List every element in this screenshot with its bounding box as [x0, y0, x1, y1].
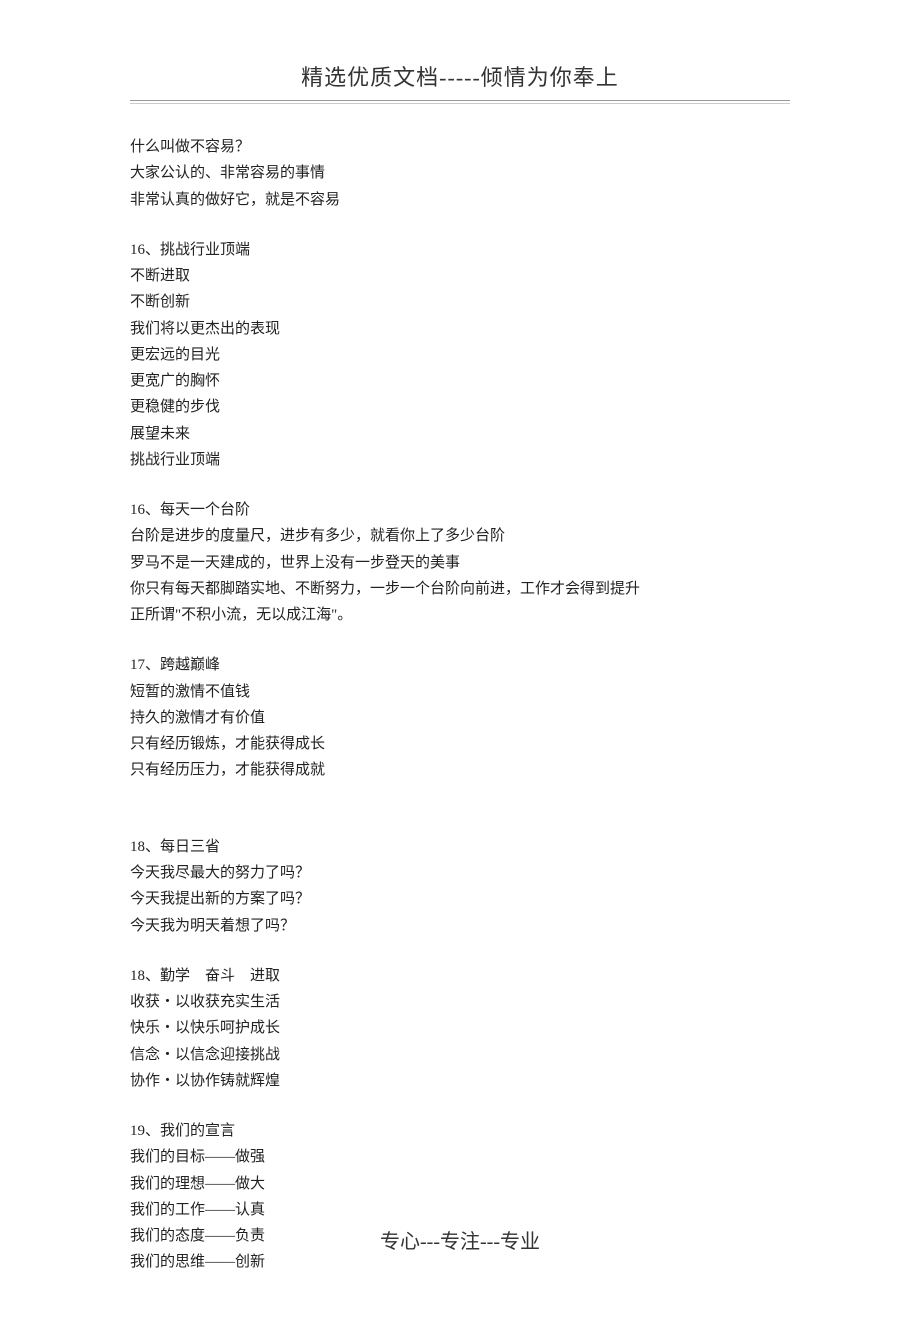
text-block: 16、每天一个台阶 台阶是进步的度量尺，进步有多少，就看你上了多少台阶 罗马不是… — [130, 497, 790, 628]
text-line: 挑战行业顶端 — [130, 447, 790, 473]
text-line: 持久的激情才有价值 — [130, 705, 790, 731]
text-line: 信念・以信念迎接挑战 — [130, 1042, 790, 1068]
text-line: 16、挑战行业顶端 — [130, 237, 790, 263]
text-line: 更宏远的目光 — [130, 342, 790, 368]
text-line: 17、跨越巅峰 — [130, 652, 790, 678]
text-line: 正所谓"不积小流，无以成江海"。 — [130, 602, 790, 628]
text-line: 只有经历压力，才能获得成就 — [130, 757, 790, 783]
text-line: 更宽广的胸怀 — [130, 368, 790, 394]
text-line: 短暂的激情不值钱 — [130, 679, 790, 705]
text-line: 你只有每天都脚踏实地、不断努力，一步一个台阶向前进，工作才会得到提升 — [130, 576, 790, 602]
text-line: 展望未来 — [130, 421, 790, 447]
text-block: 16、挑战行业顶端 不断进取 不断创新 我们将以更杰出的表现 更宏远的目光 更宽… — [130, 237, 790, 473]
header-rule-2 — [130, 103, 790, 104]
text-line: 16、每天一个台阶 — [130, 497, 790, 523]
text-line — [130, 808, 790, 834]
text-block: 什么叫做不容易？ 大家公认的、非常容易的事情 非常认真的做好它，就是不容易 — [130, 134, 790, 213]
text-line: 不断创新 — [130, 289, 790, 315]
text-line: 收获・以收获充实生活 — [130, 989, 790, 1015]
text-line: 非常认真的做好它，就是不容易 — [130, 187, 790, 213]
page-footer: 专心---专注---专业 — [0, 1225, 920, 1254]
text-line: 我们的工作——认真 — [130, 1197, 790, 1223]
document-content: 什么叫做不容易？ 大家公认的、非常容易的事情 非常认真的做好它，就是不容易 16… — [130, 134, 790, 1276]
text-line: 快乐・以快乐呵护成长 — [130, 1015, 790, 1041]
document-page: 精选优质文档-----倾情为你奉上 什么叫做不容易？ 大家公认的、非常容易的事情… — [0, 0, 920, 1340]
text-line: 协作・以协作铸就辉煌 — [130, 1068, 790, 1094]
text-line: 18、每日三省 — [130, 834, 790, 860]
text-block: 17、跨越巅峰 短暂的激情不值钱 持久的激情才有价值 只有经历锻炼，才能获得成长… — [130, 652, 790, 783]
text-line: 只有经历锻炼，才能获得成长 — [130, 731, 790, 757]
text-block: 18、每日三省 今天我尽最大的努力了吗？ 今天我提出新的方案了吗？ 今天我为明天… — [130, 808, 790, 939]
text-line: 今天我提出新的方案了吗？ — [130, 886, 790, 912]
text-line: 什么叫做不容易？ — [130, 134, 790, 160]
text-line: 台阶是进步的度量尺，进步有多少，就看你上了多少台阶 — [130, 523, 790, 549]
text-line: 不断进取 — [130, 263, 790, 289]
text-line: 大家公认的、非常容易的事情 — [130, 160, 790, 186]
text-line: 我们的理想——做大 — [130, 1171, 790, 1197]
text-line: 18、勤学 奋斗 进取 — [130, 963, 790, 989]
page-header: 精选优质文档-----倾情为你奉上 — [130, 60, 790, 92]
text-line: 更稳健的步伐 — [130, 394, 790, 420]
text-line: 今天我为明天着想了吗？ — [130, 913, 790, 939]
text-line: 19、我们的宣言 — [130, 1118, 790, 1144]
text-line: 我们的目标——做强 — [130, 1144, 790, 1170]
text-line: 我们将以更杰出的表现 — [130, 316, 790, 342]
text-line: 罗马不是一天建成的，世界上没有一步登天的美事 — [130, 550, 790, 576]
header-rule-1 — [130, 100, 790, 101]
text-block: 18、勤学 奋斗 进取 收获・以收获充实生活 快乐・以快乐呵护成长 信念・以信念… — [130, 963, 790, 1094]
text-line: 今天我尽最大的努力了吗？ — [130, 860, 790, 886]
